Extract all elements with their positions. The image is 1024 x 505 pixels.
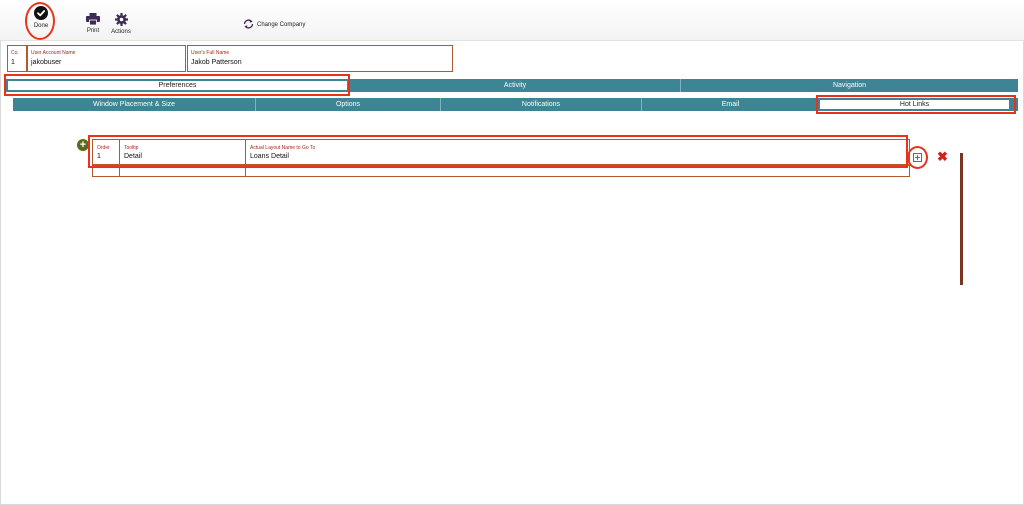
done-highlight-oval [25,2,55,40]
user-account-name-label: User Account Name [31,50,76,56]
user-full-name-value: Jakob Patterson [191,59,242,66]
vertical-scrollbar[interactable] [960,153,963,285]
preferences-tab-highlight [4,74,350,96]
user-account-name-field[interactable]: User Account Name jakobuser [27,45,186,72]
row-highlight [88,135,908,168]
tab-email[interactable]: Email [641,98,819,111]
expand-button-highlight-oval [907,146,928,169]
print-label: Print [86,28,100,34]
user-account-name-value: jakobuser [31,59,62,66]
toolbar: Done Print Actions Change Company [0,0,1024,41]
print-button[interactable]: Print [84,13,102,34]
change-company-label: Change Company [257,22,306,28]
actions-label: Actions [111,29,131,35]
company-field[interactable]: Co. 1 [7,45,27,72]
plus-icon: + [79,139,87,151]
tab-notifications[interactable]: Notifications [440,98,641,111]
tab-options[interactable]: Options [255,98,440,111]
close-icon: ✖ [937,149,948,164]
user-full-name-field[interactable]: User's Full Name Jakob Patterson [187,45,453,72]
hot-links-tab-highlight [816,95,1016,114]
tab-window-placement-size[interactable]: Window Placement & Size [13,98,255,111]
actions-button[interactable]: Actions [110,13,132,35]
tab-activity[interactable]: Activity [350,79,680,92]
company-label: Co. [11,50,19,56]
user-full-name-label: User's Full Name [191,50,230,56]
delete-row-button[interactable]: ✖ [937,150,948,163]
refresh-icon [243,19,254,31]
tab-navigation[interactable]: Navigation [680,79,1018,92]
company-value: 1 [11,59,15,66]
change-company-button[interactable]: Change Company [243,19,313,31]
gear-icon [114,13,128,28]
printer-icon [86,13,100,27]
